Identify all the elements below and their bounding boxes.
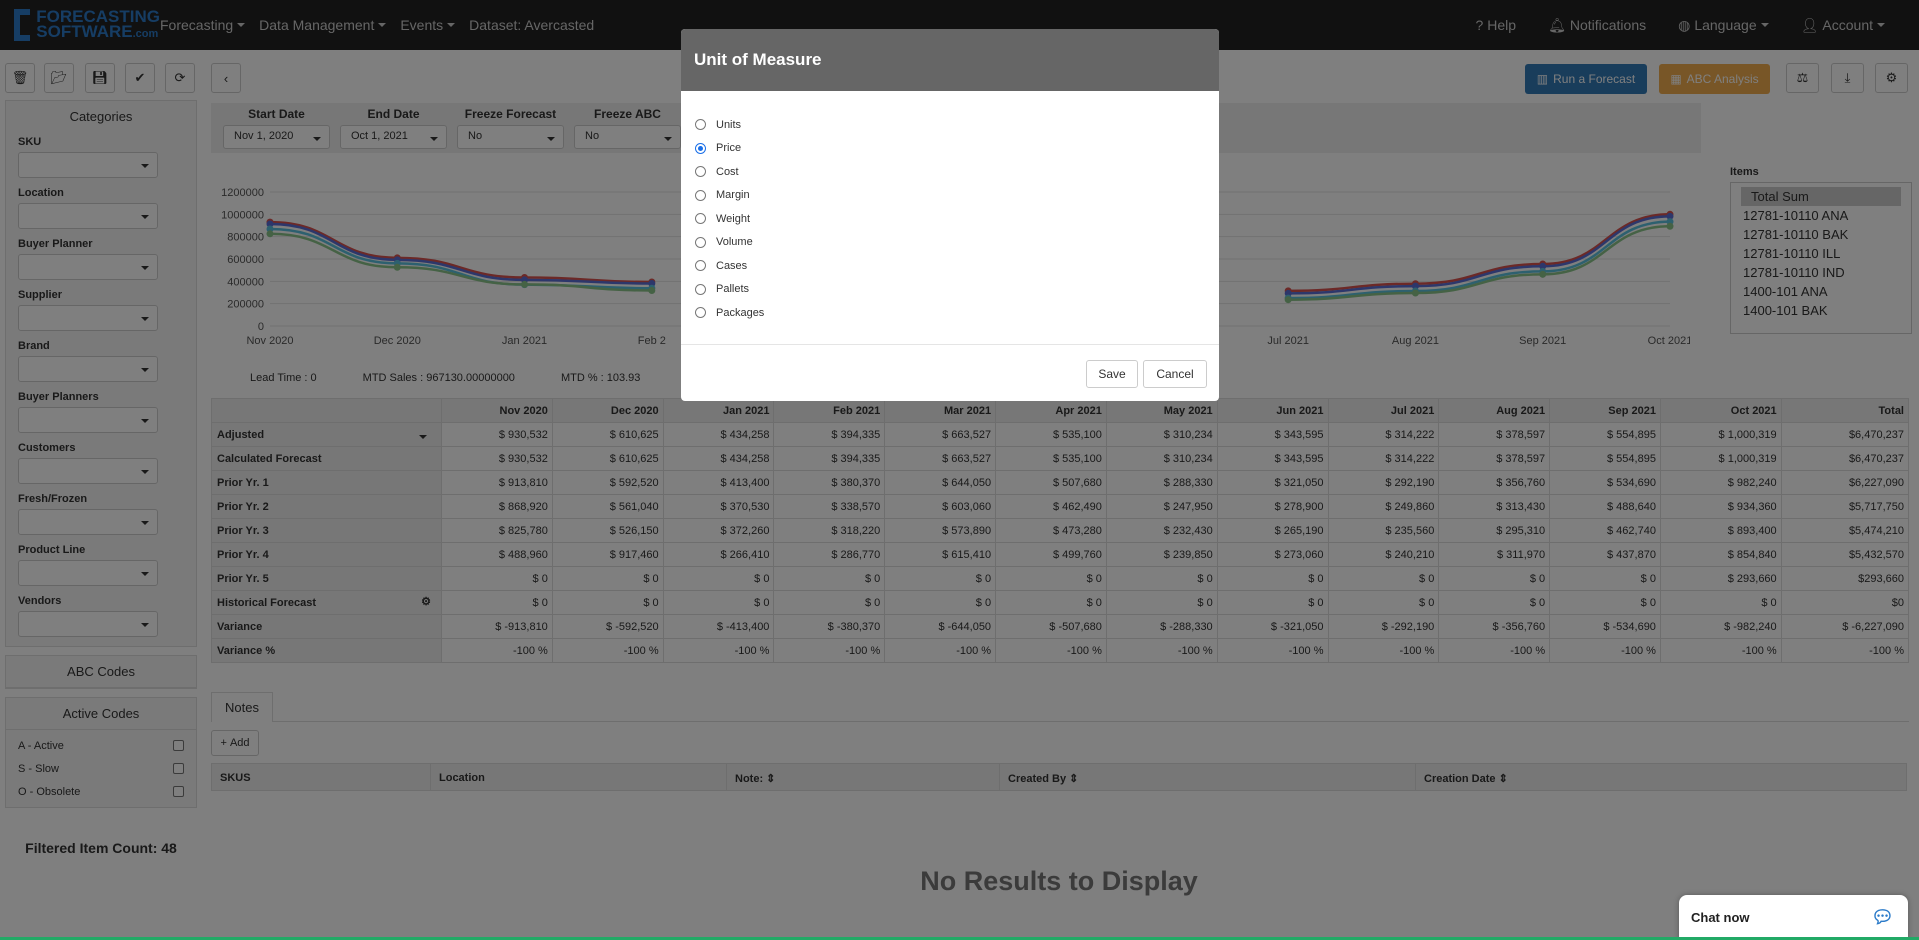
uom-option-label: Margin xyxy=(716,189,750,202)
modal-title: Unit of Measure xyxy=(681,29,1219,91)
radio-button[interactable] xyxy=(695,119,706,131)
uom-option-volume[interactable]: Volume xyxy=(681,231,1219,255)
chat-widget[interactable]: Chat now 💬︎ xyxy=(1679,895,1908,940)
radio-button[interactable] xyxy=(695,189,706,201)
uom-option-price[interactable]: Price xyxy=(681,137,1219,161)
radio-button[interactable] xyxy=(695,166,706,178)
uom-option-packages[interactable]: Packages xyxy=(681,301,1219,325)
radio-button[interactable] xyxy=(695,236,706,248)
uom-option-cases[interactable]: Cases xyxy=(681,254,1219,278)
chat-label: Chat now xyxy=(1691,910,1750,925)
uom-option-label: Cases xyxy=(716,259,748,272)
save-button[interactable]: Save xyxy=(1086,360,1138,388)
uom-option-label: Weight xyxy=(716,212,751,225)
uom-option-weight[interactable]: Weight xyxy=(681,207,1219,231)
uom-option-label: Packages xyxy=(716,306,765,319)
radio-button[interactable] xyxy=(695,142,706,154)
radio-button[interactable] xyxy=(695,283,706,295)
chat-bubble-icon: 💬︎ xyxy=(1871,907,1894,927)
app-root: { "nav": { "logo_line1": "FORECASTING", … xyxy=(0,0,1919,940)
unit-of-measure-modal: Unit of Measure Units Price Cost Margin Weig… xyxy=(681,29,1219,401)
radio-button[interactable] xyxy=(695,213,706,225)
modal-footer xyxy=(681,344,1219,401)
uom-option-units[interactable]: Units xyxy=(681,113,1219,137)
uom-option-cost[interactable]: Cost xyxy=(681,160,1219,184)
uom-option-margin[interactable]: Margin xyxy=(681,184,1219,208)
uom-option-label: Pallets xyxy=(716,283,750,296)
radio-button[interactable] xyxy=(695,260,706,272)
uom-option-label: Volume xyxy=(716,236,753,249)
uom-options: Units Price Cost Margin Weight Volume Cases Pal… xyxy=(681,91,1219,325)
uom-option-label: Units xyxy=(716,118,742,131)
cancel-button[interactable]: Cancel xyxy=(1143,360,1207,388)
uom-option-label: Price xyxy=(716,142,742,155)
uom-option-label: Cost xyxy=(716,165,739,178)
radio-button[interactable] xyxy=(695,307,706,319)
uom-option-pallets[interactable]: Pallets xyxy=(681,278,1219,302)
